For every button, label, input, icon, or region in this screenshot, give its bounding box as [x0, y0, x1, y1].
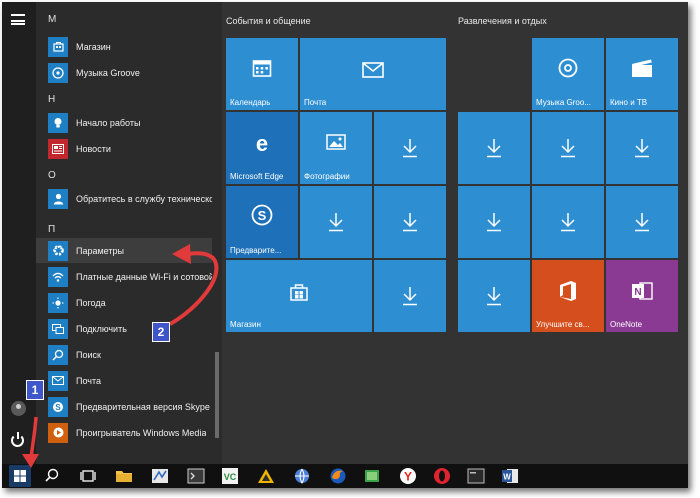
annotation-arrowhead-2 [172, 244, 191, 264]
callout-badge-1: 1 [26, 380, 44, 400]
annotation-arrows [22, 244, 219, 468]
start-menu-screenshot: M Магазин Музыка Groove Н Начало работы … [2, 2, 688, 488]
annotation-arrow-2 [169, 251, 219, 326]
annotation-arrowhead-1 [22, 454, 39, 468]
annotation-arrow-1 [29, 416, 38, 459]
callout-badge-2: 2 [152, 322, 170, 342]
